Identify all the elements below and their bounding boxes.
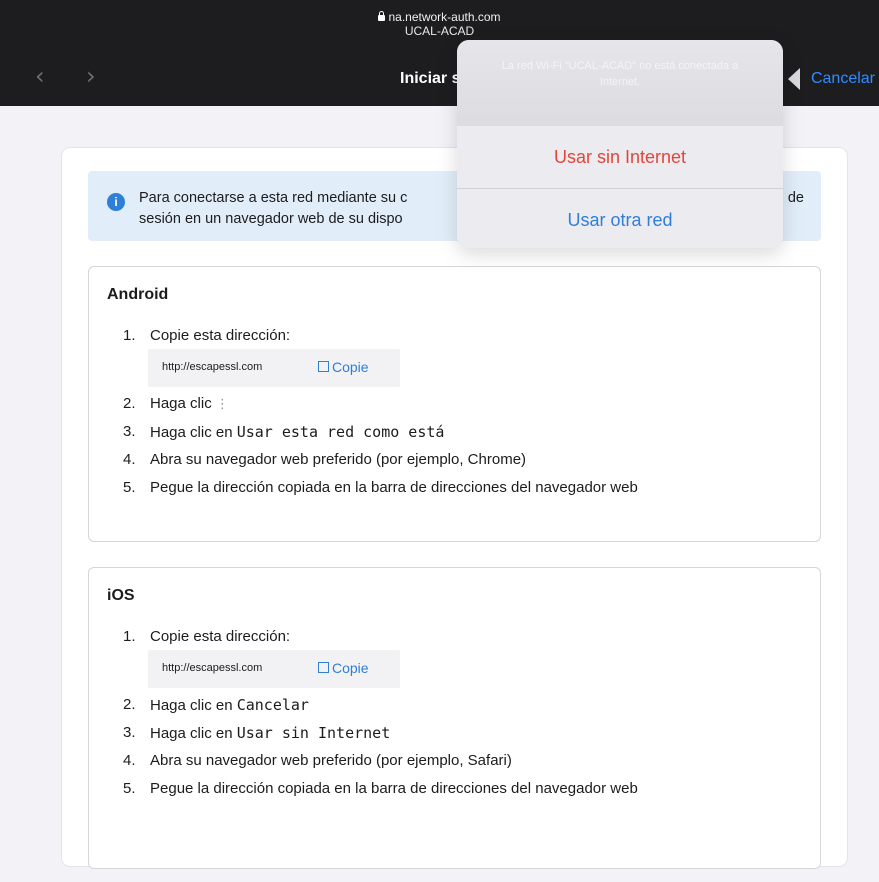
step-number: 4. [123, 752, 136, 769]
more-options-icon: ⋮ [215, 397, 229, 412]
android-section: Android 1. Copie esta dirección: http://… [88, 266, 821, 542]
step-number: 1. [123, 628, 136, 645]
step-number: 3. [123, 724, 136, 741]
forward-arrow-icon[interactable]: › [86, 64, 96, 88]
step-number: 4. [123, 451, 136, 468]
step-text: Haga clic ⋮ [150, 395, 229, 412]
popover-header: La red Wi-Fi "UCAL-ACAD" no está conecta… [457, 40, 783, 120]
step-number: 5. [123, 479, 136, 496]
step-text: Abra su navegador web preferido (por eje… [150, 752, 512, 769]
step-number: 3. [123, 423, 136, 440]
step-code: Usar sin Internet [236, 724, 391, 742]
info-icon: i [107, 193, 125, 211]
step-text: Copie esta dirección: [150, 327, 291, 344]
use-without-internet-button[interactable]: Usar sin Internet [457, 126, 783, 188]
copy-url-text[interactable]: http://escapessl.com [162, 662, 262, 674]
info-text-line1: Para conectarse a esta red mediante su c [139, 190, 408, 206]
login-card: i Para conectarse a esta red mediante su… [62, 148, 847, 869]
copy-url-box: http://escapessl.com Copie [148, 349, 400, 387]
info-text-line1-tail: de [787, 190, 804, 206]
step-number: 1. [123, 327, 136, 344]
step-code: Cancelar [236, 696, 309, 714]
url-text: na.network-auth.com [388, 10, 501, 24]
step-number: 2. [123, 395, 136, 412]
list-item: 3. Haga clic en Usar sin Internet [89, 724, 789, 746]
popover-message: La red Wi-Fi "UCAL-ACAD" no está conecta… [501, 60, 739, 88]
list-item: 4. Abra su navegador web preferido (por … [89, 451, 789, 473]
step-text: Abra su navegador web preferido (por eje… [150, 451, 527, 468]
list-item: 1. Copie esta dirección: [89, 628, 789, 650]
step-text-main: Haga clic en [150, 725, 237, 742]
copy-url-box: http://escapessl.com Copie [148, 650, 400, 688]
list-item: 2. Haga clic en Cancelar [89, 696, 789, 718]
list-item: 4. Abra su navegador web preferido (por … [89, 752, 789, 774]
copy-button-label: Copie [332, 359, 369, 375]
copy-button-label: Copie [332, 660, 369, 676]
ios-section: iOS 1. Copie esta dirección: http://esca… [88, 567, 821, 869]
step-number: 2. [123, 696, 136, 713]
android-title: Android [107, 286, 169, 303]
step-text-main: Haga clic en [150, 424, 237, 441]
lock-icon [378, 11, 386, 21]
use-other-network-button[interactable]: Usar otra red [457, 188, 783, 248]
list-item: 5. Pegue la dirección copiada en la barr… [89, 479, 789, 501]
step-text: Pegue la dirección copiada en la barra d… [150, 479, 638, 496]
copy-button[interactable]: Copie [318, 660, 369, 676]
popover-arrow [788, 68, 800, 90]
wifi-alert-popover: La red Wi-Fi "UCAL-ACAD" no está conecta… [457, 40, 783, 248]
step-text: Pegue la dirección copiada en la barra d… [150, 780, 638, 797]
step-number: 5. [123, 780, 136, 797]
back-arrow-icon[interactable]: ‹ [35, 64, 45, 88]
network-name: UCAL-ACAD [404, 24, 475, 38]
cancel-button[interactable]: Cancelar [811, 70, 875, 88]
page-title: Iniciar s [400, 70, 461, 87]
list-item: 2. Haga clic ⋮ [89, 395, 789, 417]
url-display[interactable]: na.network-auth.com [0, 10, 879, 24]
step-text: Haga clic en Usar esta red como está [150, 423, 444, 441]
step-text-main: Haga clic [150, 395, 212, 412]
info-text-line2: sesión en un navegador web de su dispo [139, 211, 403, 227]
step-text: Haga clic en Usar sin Internet [150, 724, 390, 742]
list-item: 3. Haga clic en Usar esta red como está [89, 423, 789, 445]
list-item: 5. Pegue la dirección copiada en la barr… [89, 780, 789, 802]
copy-url-text[interactable]: http://escapessl.com [162, 361, 262, 373]
step-text: Copie esta dirección: [150, 628, 291, 645]
ios-title: iOS [107, 587, 135, 604]
copy-icon [318, 662, 329, 673]
step-text-main: Haga clic en [150, 697, 237, 714]
copy-icon [318, 361, 329, 372]
step-text: Haga clic en Cancelar [150, 696, 309, 714]
list-item: 1. Copie esta dirección: [89, 327, 789, 349]
copy-button[interactable]: Copie [318, 359, 369, 375]
step-code: Usar esta red como está [236, 423, 445, 441]
